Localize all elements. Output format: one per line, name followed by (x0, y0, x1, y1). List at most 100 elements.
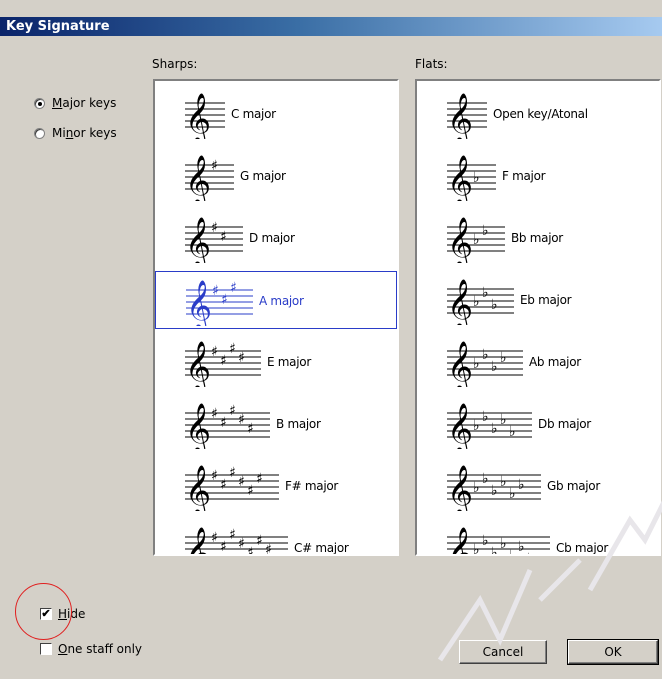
svg-text:♭: ♭ (482, 347, 489, 363)
flats-list-item[interactable]: 𝄞 ♭ F major (417, 147, 659, 205)
key-signature-staff-icon: 𝄞 ♯♯♯♯♯♯ (185, 465, 279, 511)
svg-text:♯: ♯ (229, 527, 236, 543)
svg-text:♯: ♯ (220, 229, 227, 245)
minor-keys-radio[interactable]: Minor keys (34, 126, 117, 140)
key-signature-staff-icon: 𝄞 ♭ (447, 155, 496, 201)
flats-label: Flats: (415, 57, 448, 71)
svg-text:𝄞: 𝄞 (185, 217, 211, 263)
key-name-label: C# major (294, 541, 349, 555)
svg-text:♭: ♭ (482, 223, 489, 239)
key-signature-staff-icon: 𝄞 (447, 93, 487, 139)
svg-text:♭: ♭ (482, 409, 489, 425)
key-signature-staff-icon: 𝄞 ♭♭♭♭♭ (447, 403, 532, 449)
svg-text:♯: ♯ (220, 477, 227, 493)
svg-text:♯: ♯ (212, 283, 219, 299)
svg-text:𝄞: 𝄞 (185, 155, 211, 201)
key-signature-staff-icon: 𝄞 ♯♯ (185, 217, 243, 263)
key-signature-staff-icon: 𝄞 ♭♭♭♭ (447, 341, 523, 387)
key-name-label: Db major (538, 417, 591, 431)
svg-text:𝄞: 𝄞 (185, 93, 211, 139)
svg-text:♭: ♭ (491, 359, 498, 375)
sharps-list-item[interactable]: 𝄞 ♯ ♯ ♯ A major (155, 271, 397, 329)
sharps-list-item[interactable]: 𝄞 ♯ G major (155, 147, 397, 205)
key-name-label: A major (259, 294, 304, 308)
flats-list-item[interactable]: 𝄞 ♭ ♭ ♭ ♭ ♭ Db major (417, 395, 659, 453)
svg-text:♭: ♭ (509, 424, 516, 440)
key-signature-staff-icon: 𝄞 ♯♯♯♯♯ (185, 403, 270, 449)
svg-text:♯: ♯ (211, 530, 218, 546)
svg-text:𝄞: 𝄞 (447, 155, 473, 201)
key-name-label: Bb major (511, 231, 563, 245)
sharps-list-item[interactable]: 𝄞 ♯ ♯ ♯ ♯ ♯ ♯ F# major (155, 457, 397, 515)
key-name-label: D major (249, 231, 295, 245)
svg-text:♭: ♭ (473, 170, 480, 186)
svg-text:𝄞: 𝄞 (447, 403, 473, 449)
major-keys-radio[interactable]: Major keys (34, 96, 116, 110)
flats-list-item[interactable]: 𝄞 Open key/Atonal (417, 85, 659, 143)
svg-text:♯: ♯ (265, 542, 272, 556)
svg-text:♯: ♯ (256, 533, 263, 549)
flats-list-item[interactable]: 𝄞 ♭ ♭ ♭ Eb major (417, 271, 659, 329)
one-staff-only-checkbox-row[interactable]: One staff only (40, 642, 142, 656)
one-staff-only-label: One staff only (58, 642, 143, 656)
svg-text:𝄞: 𝄞 (185, 341, 211, 387)
key-name-label: G major (240, 169, 286, 183)
key-name-label: F major (502, 169, 546, 183)
svg-text:♯: ♯ (247, 545, 254, 556)
dialog-title: Key Signature (6, 19, 110, 34)
svg-text:♭: ♭ (473, 418, 480, 434)
svg-text:𝄞: 𝄞 (447, 341, 473, 387)
flats-list-item[interactable]: 𝄞 ♭ ♭ ♭ ♭ Ab major (417, 333, 659, 391)
svg-text:♯: ♯ (211, 406, 218, 422)
svg-text:♯: ♯ (256, 471, 263, 487)
key-name-label: Open key/Atonal (493, 107, 588, 121)
svg-text:𝄞: 𝄞 (185, 403, 211, 449)
sharps-listbox[interactable]: 𝄞 C major 𝄞 ♯ G major 𝄞 ♯ ♯ D major 𝄞 ♯ ♯ ♯ A major 𝄞 ♯… (153, 79, 399, 556)
svg-text:♯: ♯ (247, 483, 254, 499)
svg-text:♯: ♯ (211, 344, 218, 360)
key-name-label: B major (276, 417, 321, 431)
key-name-label: Eb major (520, 293, 572, 307)
svg-text:♯: ♯ (211, 158, 218, 174)
svg-text:♯: ♯ (221, 292, 228, 308)
svg-text:♯: ♯ (238, 350, 245, 366)
key-signature-dialog: Key Signature Sharps: Flats: Major keys … (0, 0, 662, 679)
svg-text:♯: ♯ (229, 341, 236, 357)
svg-text:♯: ♯ (238, 412, 245, 428)
minor-keys-radio-button[interactable] (34, 127, 45, 139)
svg-text:♯: ♯ (229, 403, 236, 419)
svg-text:♭: ♭ (500, 350, 507, 366)
svg-text:𝄞: 𝄞 (447, 217, 473, 263)
one-staff-only-checkbox[interactable] (40, 643, 52, 655)
major-keys-radio-button[interactable] (34, 97, 45, 109)
key-name-label: Ab major (529, 355, 581, 369)
svg-text:♯: ♯ (238, 536, 245, 552)
sharps-list-item[interactable]: 𝄞 ♯ ♯ ♯ ♯ ♯ B major (155, 395, 397, 453)
svg-text:♯: ♯ (220, 539, 227, 555)
svg-text:𝄞: 𝄞 (186, 280, 212, 326)
svg-text:♯: ♯ (211, 220, 218, 236)
sharps-list-item[interactable]: 𝄞 ♯ ♯ D major (155, 209, 397, 267)
svg-text:♭: ♭ (500, 412, 507, 428)
key-signature-staff-icon: 𝄞 ♭♭ (447, 217, 505, 263)
sharps-list-item[interactable]: 𝄞 ♯ ♯ ♯ ♯ ♯ ♯ ♯ C# major (155, 519, 397, 556)
major-keys-label: Major keys (52, 96, 117, 110)
svg-text:♭: ♭ (473, 294, 480, 310)
sharps-list-item[interactable]: 𝄞 C major (155, 85, 397, 143)
key-signature-staff-icon: 𝄞 (185, 93, 225, 139)
annotation-circle (15, 583, 72, 640)
key-signature-staff-icon: 𝄞 ♯♯♯♯ (185, 341, 261, 387)
svg-text:♯: ♯ (230, 280, 237, 296)
sharps-list-item[interactable]: 𝄞 ♯ ♯ ♯ ♯ E major (155, 333, 397, 391)
key-name-label: C major (231, 107, 276, 121)
svg-text:♯: ♯ (220, 353, 227, 369)
svg-text:♯: ♯ (220, 415, 227, 431)
svg-text:♯: ♯ (247, 421, 254, 437)
svg-text:𝄞: 𝄞 (447, 93, 473, 139)
svg-text:𝄞: 𝄞 (185, 465, 211, 511)
svg-text:♭: ♭ (491, 297, 498, 313)
sharps-label: Sharps: (152, 57, 198, 71)
key-signature-staff-icon: 𝄞 ♯ (185, 155, 234, 201)
flats-list-item[interactable]: 𝄞 ♭ ♭ Bb major (417, 209, 659, 267)
key-signature-staff-icon: 𝄞 ♯♯♯♯♯♯♯ (185, 527, 288, 556)
